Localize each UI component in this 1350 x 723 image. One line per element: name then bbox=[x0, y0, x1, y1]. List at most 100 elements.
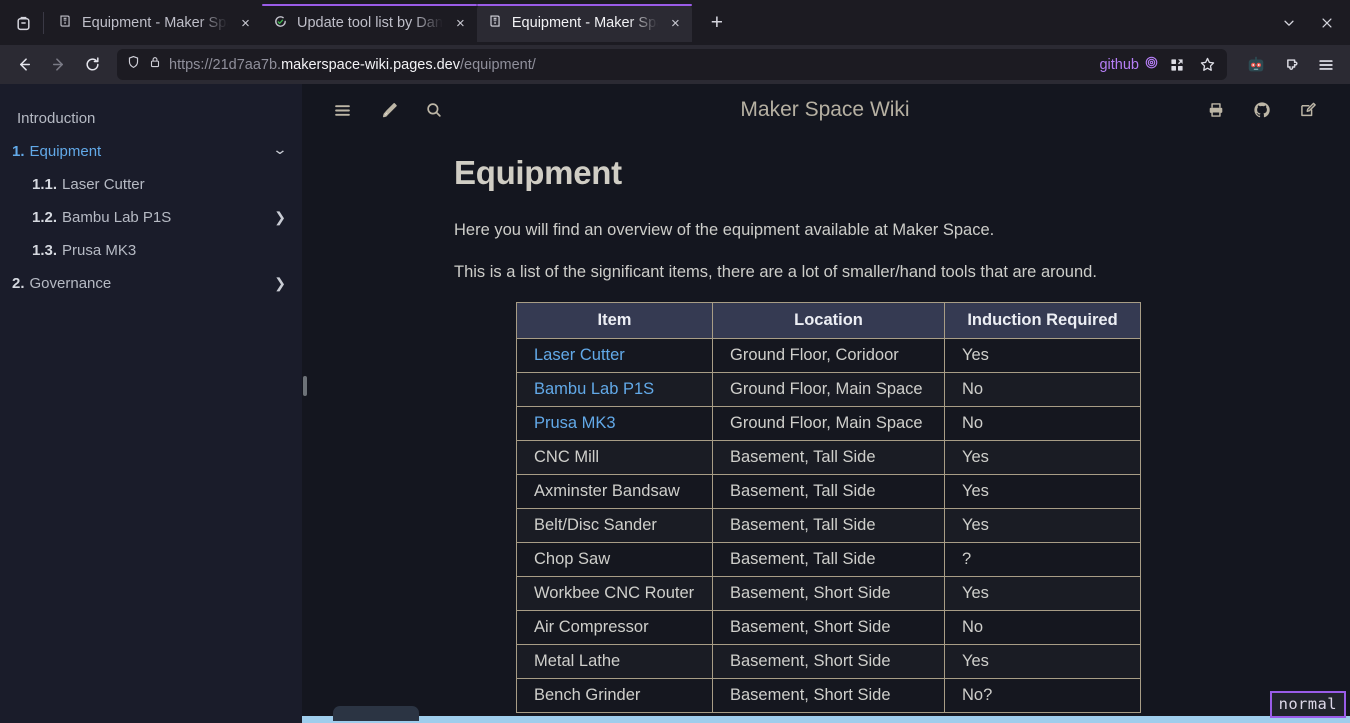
equipment-table: Item Location Induction Required Laser C… bbox=[516, 302, 1141, 713]
tab-title: Equipment - Maker Spa bbox=[512, 15, 658, 31]
hamburger-menu-icon[interactable] bbox=[322, 90, 362, 130]
secondary-paragraph: This is a list of the significant items,… bbox=[454, 260, 1342, 285]
page-nav-button[interactable] bbox=[333, 706, 419, 721]
tab-loading-bar bbox=[262, 4, 477, 6]
cell-induction: Yes bbox=[945, 644, 1141, 678]
hamburger-menu-icon[interactable] bbox=[1310, 49, 1341, 80]
browser-tab-active[interactable]: Equipment - Maker Spa × bbox=[477, 4, 692, 42]
browser-tab[interactable]: Equipment - Maker Spa × bbox=[47, 4, 262, 42]
tab-title: Update tool list by Dan bbox=[297, 15, 443, 31]
lock-icon[interactable] bbox=[148, 54, 162, 75]
column-header-item: Item bbox=[517, 302, 713, 338]
mode-badge: normal bbox=[1270, 691, 1346, 718]
firefox-view-button[interactable] bbox=[4, 4, 42, 42]
github-pr-icon bbox=[273, 14, 288, 33]
sidebar-item-number: 2. bbox=[12, 273, 25, 294]
wiki-toolbar-right bbox=[1196, 90, 1328, 130]
forward-button[interactable] bbox=[43, 49, 74, 80]
table-row: Laser CutterGround Floor, CoridoorYes bbox=[517, 338, 1141, 372]
table-body: Laser Cutter Ground Floor, Coridoor Yes Bam… bbox=[517, 338, 1141, 712]
sidebar-item-governance[interactable]: 2. Governance ❯ bbox=[0, 267, 302, 300]
table-row: Bench GrinderBasement, Short SideNo? bbox=[517, 678, 1141, 712]
shield-icon[interactable] bbox=[126, 54, 141, 75]
back-button[interactable] bbox=[9, 49, 40, 80]
chevron-down-icon[interactable]: ⌄ bbox=[272, 140, 288, 160]
cell-induction: ? bbox=[945, 542, 1141, 576]
table-row: Workbee CNC RouterBasement, Short SideYe… bbox=[517, 576, 1141, 610]
cell-location: Ground Floor, Coridoor bbox=[713, 338, 945, 372]
github-icon[interactable] bbox=[1242, 90, 1282, 130]
url-bar[interactable]: https://21d7aa7b.makerspace-wiki.pages.d… bbox=[117, 49, 1227, 80]
urlbar-buttons: github bbox=[1099, 53, 1221, 77]
resize-grip[interactable] bbox=[303, 376, 307, 396]
container-indicator[interactable]: github bbox=[1099, 55, 1159, 74]
sidebar-item-introduction[interactable]: Introduction bbox=[0, 102, 302, 135]
close-icon[interactable]: × bbox=[237, 15, 254, 32]
content-scroller[interactable]: Equipment Here you will find an overview… bbox=[302, 136, 1350, 723]
chevron-right-icon[interactable]: ❯ bbox=[274, 274, 286, 294]
container-fingerprint-icon bbox=[1144, 55, 1159, 74]
equipment-link[interactable]: Prusa MK3 bbox=[534, 414, 616, 432]
close-icon[interactable]: × bbox=[667, 15, 684, 32]
cell-item[interactable]: Laser Cutter bbox=[517, 338, 713, 372]
equipment-link[interactable]: Laser Cutter bbox=[534, 346, 625, 364]
cell-location: Basement, Short Side bbox=[713, 644, 945, 678]
cell-location: Ground Floor, Main Space bbox=[713, 406, 945, 440]
cell-induction: Yes bbox=[945, 474, 1141, 508]
cell-item[interactable]: Prusa MK3 bbox=[517, 406, 713, 440]
sidebar-resize-handle[interactable] bbox=[302, 84, 308, 723]
edit-pencil-icon[interactable] bbox=[1288, 90, 1328, 130]
table-row: Belt/Disc SanderBasement, Tall SideYes bbox=[517, 508, 1141, 542]
extension-grid-icon[interactable] bbox=[1165, 53, 1189, 77]
cell-induction: No bbox=[945, 610, 1141, 644]
tab-title: Equipment - Maker Spa bbox=[82, 15, 228, 31]
book-icon bbox=[58, 14, 73, 33]
sidebar-item-laser-cutter[interactable]: 1.1. Laser Cutter bbox=[0, 168, 302, 201]
window-close-button[interactable] bbox=[1310, 6, 1344, 40]
page-title: Equipment bbox=[454, 154, 1342, 192]
cell-item: CNC Mill bbox=[517, 440, 713, 474]
printer-icon[interactable] bbox=[1196, 90, 1236, 130]
sidebar-item-label: Introduction bbox=[17, 108, 95, 129]
sidebar-item-label: Equipment bbox=[30, 141, 102, 162]
cell-location: Basement, Short Side bbox=[713, 610, 945, 644]
chevron-right-icon[interactable]: ❯ bbox=[274, 208, 286, 228]
cell-location: Ground Floor, Main Space bbox=[713, 372, 945, 406]
new-tab-button[interactable]: + bbox=[700, 6, 734, 40]
url-text[interactable]: https://21d7aa7b.makerspace-wiki.pages.d… bbox=[169, 57, 536, 73]
sidebar-item-prusa-mk3[interactable]: 1.3. Prusa MK3 bbox=[0, 234, 302, 267]
puzzle-piece-icon[interactable] bbox=[1275, 49, 1306, 80]
tabstrip-divider bbox=[43, 12, 44, 34]
table-row: Axminster BandsawBasement, Tall SideYes bbox=[517, 474, 1141, 508]
robot-avatar-icon[interactable] bbox=[1240, 49, 1271, 80]
sidebar-item-label: Governance bbox=[30, 273, 112, 294]
bottom-highlight-bar bbox=[302, 716, 1350, 723]
article-body: Equipment Here you will find an overview… bbox=[302, 136, 1342, 713]
table-row: Air CompressorBasement, Short SideNo bbox=[517, 610, 1141, 644]
cell-location: Basement, Tall Side bbox=[713, 508, 945, 542]
cell-location: Basement, Tall Side bbox=[713, 440, 945, 474]
cell-item: Metal Lathe bbox=[517, 644, 713, 678]
star-icon[interactable] bbox=[1195, 53, 1219, 77]
cell-induction: Yes bbox=[945, 440, 1141, 474]
wiki-toolbar-left bbox=[322, 90, 454, 130]
cell-location: Basement, Short Side bbox=[713, 576, 945, 610]
cell-item: Axminster Bandsaw bbox=[517, 474, 713, 508]
search-icon[interactable] bbox=[414, 90, 454, 130]
sidebar-item-number: 1.3. bbox=[32, 240, 57, 261]
equipment-link[interactable]: Bambu Lab P1S bbox=[534, 380, 654, 398]
sidebar-item-number: 1.1. bbox=[32, 174, 57, 195]
cell-location: Basement, Tall Side bbox=[713, 474, 945, 508]
container-label: github bbox=[1099, 57, 1139, 73]
reload-button[interactable] bbox=[77, 49, 108, 80]
tab-strip: Equipment - Maker Spa × Update tool list… bbox=[0, 0, 1350, 45]
column-header-location: Location bbox=[713, 302, 945, 338]
cell-item[interactable]: Bambu Lab P1S bbox=[517, 372, 713, 406]
cell-induction: No bbox=[945, 406, 1141, 440]
sidebar-item-equipment[interactable]: 1. Equipment ⌄ bbox=[0, 135, 302, 168]
sidebar-item-bambu-lab-p1s[interactable]: 1.2. Bambu Lab P1S ❯ bbox=[0, 201, 302, 234]
paintbrush-icon[interactable] bbox=[368, 90, 408, 130]
browser-tab[interactable]: Update tool list by Dan × bbox=[262, 4, 477, 42]
close-icon[interactable]: × bbox=[452, 15, 469, 32]
list-all-tabs-button[interactable] bbox=[1272, 6, 1306, 40]
